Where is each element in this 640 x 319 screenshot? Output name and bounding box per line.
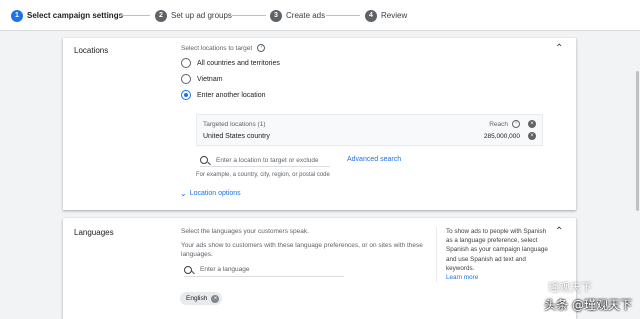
step-number: 1: [11, 9, 23, 22]
search-icon: [200, 156, 208, 164]
step-connector: [120, 15, 150, 16]
targeted-locations-header: Targeted locations (1): [203, 121, 266, 128]
location-row-reach: 285,000,000 ×: [484, 132, 536, 140]
location-search-placeholder: Enter a location to target or exclude: [216, 156, 319, 164]
help-icon[interactable]: ?: [257, 44, 266, 52]
locations-card: Locations ⌃ Select locations to target ?…: [63, 38, 576, 210]
step-create-ads[interactable]: 3 Create ads: [270, 9, 325, 22]
languages-title: Languages: [74, 228, 114, 237]
chip-label: English: [186, 295, 208, 302]
language-search-placeholder: Enter a language: [200, 266, 250, 273]
radio-button[interactable]: [181, 74, 191, 84]
location-options-label: Location options: [189, 190, 241, 197]
radio-label: Enter another location: [197, 91, 266, 99]
language-chip-english[interactable]: English ×: [180, 292, 223, 305]
step-select-campaign-settings[interactable]: 1 Select campaign settings: [11, 9, 123, 22]
step-number: 3: [270, 9, 282, 22]
progress-stepper: 1 Select campaign settings 2 Set up ad g…: [0, 0, 640, 31]
reach-header: Reach ? ×: [489, 120, 536, 128]
language-search-input[interactable]: Enter a language: [184, 263, 344, 277]
languages-description: Your ads show to customers with these la…: [181, 242, 423, 258]
radio-button[interactable]: [181, 58, 191, 68]
languages-card: Languages Select the languages your cust…: [63, 218, 576, 319]
locations-title: Locations: [74, 46, 109, 55]
learn-more-link[interactable]: Learn more: [446, 273, 554, 282]
step-label: Review: [381, 11, 408, 20]
step-set-up-ad-groups[interactable]: 2 Set up ad groups: [155, 9, 232, 22]
step-label: Select campaign settings: [27, 11, 124, 20]
page-scrollbar[interactable]: [635, 31, 640, 319]
radio-vietnam[interactable]: Vietnam: [181, 74, 223, 84]
select-locations-label: Select locations to target: [181, 44, 253, 52]
reach-value: 285,000,000: [483, 132, 520, 140]
radio-enter-another-location[interactable]: Enter another location: [181, 90, 266, 100]
radio-button-selected[interactable]: [181, 90, 191, 100]
radio-label: Vietnam: [197, 75, 223, 83]
radio-label: All countries and territories: [197, 59, 280, 67]
watermark-text: 头条 @瑾观天下: [544, 298, 632, 312]
help-icon[interactable]: ?: [512, 120, 520, 128]
scrollbar-thumb[interactable]: [636, 71, 639, 211]
search-icon: [184, 265, 192, 274]
radio-all-countries[interactable]: All countries and territories: [181, 58, 280, 68]
targeted-locations-panel: Targeted locations (1) Reach ? × United …: [196, 114, 543, 146]
step-number: 4: [365, 9, 377, 22]
remove-location-icon[interactable]: ×: [528, 132, 536, 140]
advanced-search-link[interactable]: Advanced search: [347, 156, 401, 163]
location-example-hint: For example, a country, city, region, or…: [196, 172, 330, 178]
collapse-chevron-up-icon[interactable]: ⌃: [555, 227, 563, 237]
step-connector: [326, 15, 360, 16]
chevron-down-icon: ⌄: [180, 189, 187, 198]
step-number: 2: [155, 9, 167, 22]
side-note-text: To show ads to people with Spanish as a …: [446, 228, 548, 272]
remove-all-icon[interactable]: ×: [528, 120, 536, 128]
watermark-ghost-text: 瑾观天下: [548, 281, 592, 294]
location-search-input[interactable]: Enter a location to target or exclude: [200, 154, 330, 167]
location-name: United States country: [203, 133, 270, 140]
step-review[interactable]: 4 Review: [365, 9, 407, 22]
step-label: Create ads: [286, 11, 326, 20]
collapse-chevron-up-icon[interactable]: ⌃: [555, 44, 563, 54]
location-options-toggle[interactable]: ⌄ Location options: [180, 189, 241, 198]
reach-label: Reach: [489, 120, 508, 128]
remove-chip-icon[interactable]: ×: [211, 294, 220, 303]
step-connector: [232, 15, 266, 16]
step-label: Set up ad groups: [171, 11, 232, 20]
select-locations-header: Select locations to target ?: [181, 44, 266, 52]
watermark: 头条 @瑾观天下: [544, 296, 632, 313]
language-side-note: To show ads to people with Spanish as a …: [436, 227, 554, 283]
languages-select-label: Select the languages your customers spea…: [181, 228, 309, 235]
